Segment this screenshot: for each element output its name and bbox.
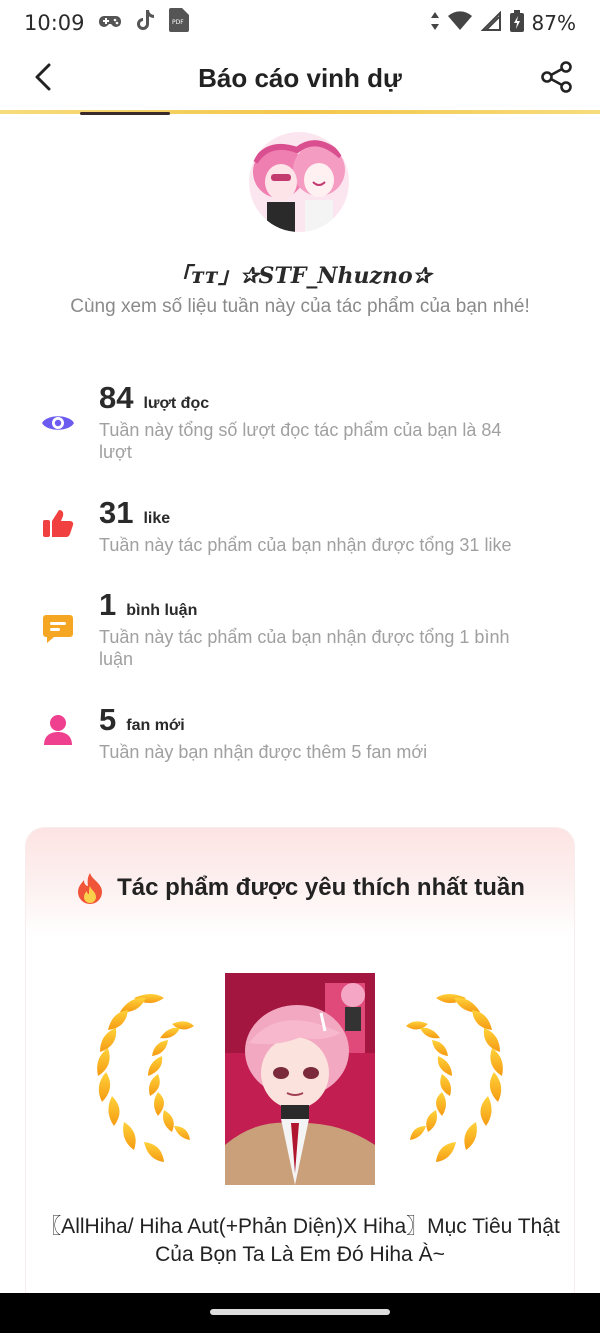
- gamepad-icon: [98, 10, 121, 36]
- stat-likes-desc: Tuần này tác phẩm của bạn nhận được tổng…: [99, 535, 512, 555]
- stat-fans-desc: Tuần này bạn nhận được thêm 5 fan mới: [99, 742, 428, 762]
- back-button[interactable]: [26, 60, 60, 94]
- stat-reads-unit: lượt đọc: [143, 395, 210, 412]
- pdf-icon: PDF: [168, 8, 189, 38]
- top-work-heading-row: Tác phẩm được yêu thích nhất tuần: [26, 872, 574, 904]
- book-cover-image[interactable]: [225, 973, 375, 1185]
- battery-icon: [509, 9, 524, 37]
- stat-likes-value: 31 like: [99, 495, 171, 530]
- stat-fans-unit: fan mới: [126, 717, 185, 734]
- report-subtitle: Cùng xem số liệu tuần này của tác phẩm c…: [70, 296, 530, 317]
- svg-text:PDF: PDF: [172, 19, 184, 26]
- data-arrows-icon: [430, 11, 440, 36]
- signal-icon: [480, 10, 502, 36]
- fire-icon: [78, 873, 103, 904]
- header-image-edge: [80, 112, 170, 115]
- stat-reads-value: 84 lượt đọc: [99, 380, 210, 415]
- stat-comments-desc: Tuần này tác phẩm của bạn nhận được tổng…: [99, 627, 510, 669]
- stat-reads-desc: Tuần này tổng số lượt đọc tác phẩm của b…: [99, 420, 502, 462]
- chevron-left-icon: [35, 63, 51, 91]
- wifi-icon: [447, 10, 472, 36]
- home-gesture-handle[interactable]: [210, 1309, 390, 1315]
- thumbs-up-icon: [40, 505, 76, 541]
- stat-likes-unit: like: [143, 510, 171, 527]
- status-time: 10:09: [24, 11, 85, 35]
- notification-icons: PDF: [98, 8, 189, 38]
- share-button[interactable]: [538, 58, 576, 96]
- avatar[interactable]: [249, 132, 349, 232]
- comment-icon: [40, 611, 76, 647]
- stat-comments-unit: bình luận: [126, 602, 198, 619]
- stat-comments-value: 1 bình luận: [99, 587, 198, 622]
- laurel-left-icon: [97, 994, 194, 1162]
- tiktok-icon: [135, 9, 155, 37]
- user-name: 「ᴛᴛ」✰STF_Nhuzno✰: [168, 263, 432, 289]
- app-header: Báo cáo vinh dự: [0, 46, 600, 110]
- share-icon: [541, 61, 572, 93]
- laurel-right-icon: [406, 994, 503, 1162]
- top-work-card: Tác phẩm được yêu thích nhất tuần 〖AllHi…: [26, 828, 574, 1308]
- user-icon: [40, 712, 76, 748]
- system-icons: 87%: [430, 9, 576, 37]
- page-title: Báo cáo vinh dự: [198, 62, 402, 93]
- top-work-heading: Tác phẩm được yêu thích nhất tuần: [117, 874, 525, 901]
- eye-icon: [40, 405, 76, 441]
- status-bar: 10:09 PDF 87%: [0, 0, 600, 46]
- stat-fans-value: 5 fan mới: [99, 702, 185, 737]
- system-nav-bar: [0, 1293, 600, 1333]
- top-work-title[interactable]: 〖AllHiha/ Hiha Aut(+Phản Diện)X Hiha〗Mục…: [36, 1213, 564, 1269]
- battery-percent: 87%: [531, 11, 576, 35]
